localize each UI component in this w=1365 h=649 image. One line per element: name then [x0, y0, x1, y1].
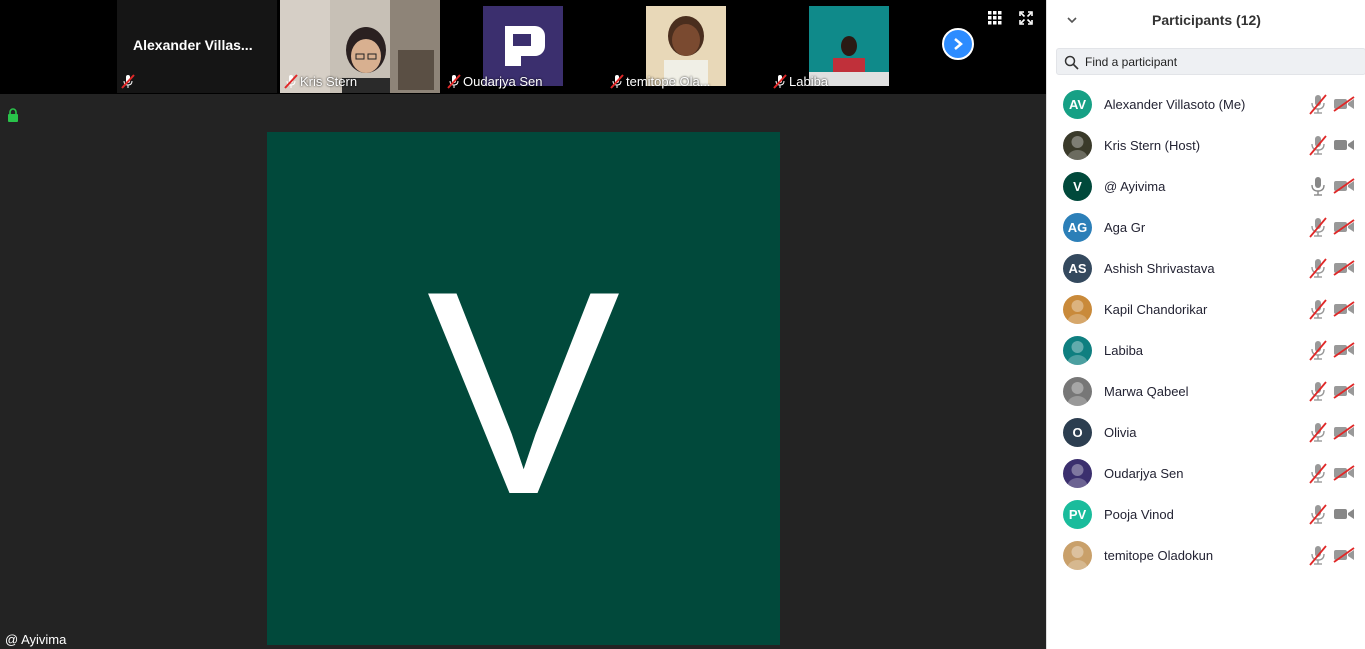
- camera-off-icon[interactable]: [1333, 178, 1355, 194]
- participant-name: temitope Oladokun: [1104, 548, 1214, 563]
- avatar: PV: [1063, 500, 1092, 529]
- mic-icon[interactable]: [1309, 176, 1327, 197]
- participant-row[interactable]: Kapil Chandorikar: [1047, 289, 1365, 330]
- avatar: [1063, 377, 1092, 406]
- search-input[interactable]: [1085, 49, 1355, 74]
- avatar-photo: [1067, 136, 1088, 160]
- participant-name: Kapil Chandorikar: [1104, 302, 1208, 317]
- tile-name: Kris Stern: [300, 74, 358, 89]
- mic-muted-icon[interactable]: [1309, 545, 1327, 566]
- mic-muted-icon[interactable]: [1309, 258, 1327, 279]
- mic-muted-icon: [773, 74, 787, 89]
- participant-name: Kris Stern (Host): [1104, 138, 1201, 153]
- tile-name: temitope Ola...: [626, 74, 711, 89]
- participant-name: Olivia: [1104, 425, 1137, 440]
- lock-icon[interactable]: [7, 108, 19, 122]
- participant-name: Aga Gr: [1104, 220, 1146, 235]
- participants-panel: Participants (12) AV Alexander Villasoto …: [1046, 0, 1365, 649]
- avatar: [1063, 459, 1092, 488]
- next-page-button[interactable]: [942, 28, 974, 60]
- panel-header: Participants (12): [1047, 0, 1365, 40]
- mic-muted-icon[interactable]: [1309, 217, 1327, 238]
- participant-row[interactable]: AS Ashish Shrivastava: [1047, 248, 1365, 289]
- camera-off-icon[interactable]: [1333, 342, 1355, 358]
- video-tile-labiba[interactable]: Labiba: [769, 0, 929, 93]
- mic-muted-icon[interactable]: [1309, 135, 1327, 156]
- mic-muted-icon[interactable]: [1309, 299, 1327, 320]
- mic-muted-icon: [284, 74, 298, 89]
- avatar-photo: [1067, 546, 1088, 570]
- participant-row[interactable]: Oudarjya Sen: [1047, 453, 1365, 494]
- participant-row[interactable]: AV Alexander Villasoto (Me): [1047, 84, 1365, 125]
- participant-row[interactable]: AG Aga Gr: [1047, 207, 1365, 248]
- mic-muted-icon: [447, 74, 461, 89]
- participant-row[interactable]: V @ Ayivima: [1047, 166, 1365, 207]
- camera-off-icon[interactable]: [1333, 260, 1355, 276]
- participant-row[interactable]: Marwa Qabeel: [1047, 371, 1365, 412]
- participant-name: Alexander Villasoto (Me): [1104, 97, 1246, 112]
- camera-off-icon[interactable]: [1333, 96, 1355, 112]
- video-tile-alexander[interactable]: Alexander Villas...: [117, 0, 277, 93]
- mic-muted-icon: [610, 74, 624, 89]
- camera-off-icon[interactable]: [1333, 301, 1355, 317]
- avatar: AG: [1063, 213, 1092, 242]
- avatar: AS: [1063, 254, 1092, 283]
- participant-search[interactable]: [1056, 48, 1365, 75]
- avatar: V: [1063, 172, 1092, 201]
- speaker-name-label: @ Ayivima: [5, 632, 67, 647]
- mic-muted-icon[interactable]: [1309, 381, 1327, 402]
- mic-muted-icon[interactable]: [1309, 463, 1327, 484]
- active-speaker-stage: V @ Ayivima: [0, 94, 1046, 649]
- participant-name: Oudarjya Sen: [1104, 466, 1184, 481]
- avatar-photo: [1067, 382, 1088, 406]
- video-filmstrip: Alexander Villas... Kris Stern Oudarjya …: [0, 0, 1046, 93]
- speaker-avatar-initial: V: [426, 230, 621, 555]
- camera-off-icon[interactable]: [1333, 219, 1355, 235]
- participant-name: Labiba: [1104, 343, 1144, 358]
- search-icon: [1064, 55, 1079, 70]
- avatar: [1063, 131, 1092, 160]
- video-tile-oudarjya[interactable]: Oudarjya Sen: [443, 0, 603, 93]
- avatar-photo: [1067, 341, 1088, 365]
- chevron-right-icon: [954, 38, 963, 50]
- tile-name: Labiba: [789, 74, 829, 89]
- mic-muted-icon[interactable]: [1309, 94, 1327, 115]
- participant-name: Marwa Qabeel: [1104, 384, 1189, 399]
- participant-name: @ Ayivima: [1104, 179, 1166, 194]
- gallery-grid-icon[interactable]: [988, 11, 1002, 25]
- participant-row[interactable]: Labiba: [1047, 330, 1365, 371]
- camera-icon[interactable]: [1333, 506, 1355, 522]
- participant-name: Pooja Vinod: [1104, 507, 1174, 522]
- avatar: [1063, 295, 1092, 324]
- tile-name: Alexander Villas...: [133, 37, 253, 53]
- camera-off-icon[interactable]: [1333, 547, 1355, 563]
- participant-name: Ashish Shrivastava: [1104, 261, 1215, 276]
- panel-title: Participants (12): [1152, 12, 1261, 28]
- camera-off-icon[interactable]: [1333, 465, 1355, 481]
- avatar: O: [1063, 418, 1092, 447]
- fullscreen-icon[interactable]: [1019, 11, 1033, 25]
- participant-list: AV Alexander Villasoto (Me) Kris Stern (Ho…: [1047, 84, 1365, 576]
- mic-muted-icon[interactable]: [1309, 422, 1327, 443]
- avatar: [1063, 336, 1092, 365]
- participant-row[interactable]: temitope Oladokun: [1047, 535, 1365, 576]
- avatar-photo: [1067, 464, 1088, 488]
- tile-name: Oudarjya Sen: [463, 74, 543, 89]
- mic-muted-icon: [121, 74, 135, 89]
- participant-row[interactable]: O Olivia: [1047, 412, 1365, 453]
- avatar-photo: [1067, 300, 1088, 324]
- speaker-video-tile[interactable]: V: [267, 132, 780, 645]
- video-tile-kris[interactable]: Kris Stern: [280, 0, 440, 93]
- avatar: [1063, 541, 1092, 570]
- participant-row[interactable]: Kris Stern (Host): [1047, 125, 1365, 166]
- avatar: AV: [1063, 90, 1092, 119]
- participant-row[interactable]: PV Pooja Vinod: [1047, 494, 1365, 535]
- camera-off-icon[interactable]: [1333, 424, 1355, 440]
- camera-icon[interactable]: [1333, 137, 1355, 153]
- mic-muted-icon[interactable]: [1309, 504, 1327, 525]
- mic-muted-icon[interactable]: [1309, 340, 1327, 361]
- camera-off-icon[interactable]: [1333, 383, 1355, 399]
- video-tile-temitope[interactable]: temitope Ola...: [606, 0, 766, 93]
